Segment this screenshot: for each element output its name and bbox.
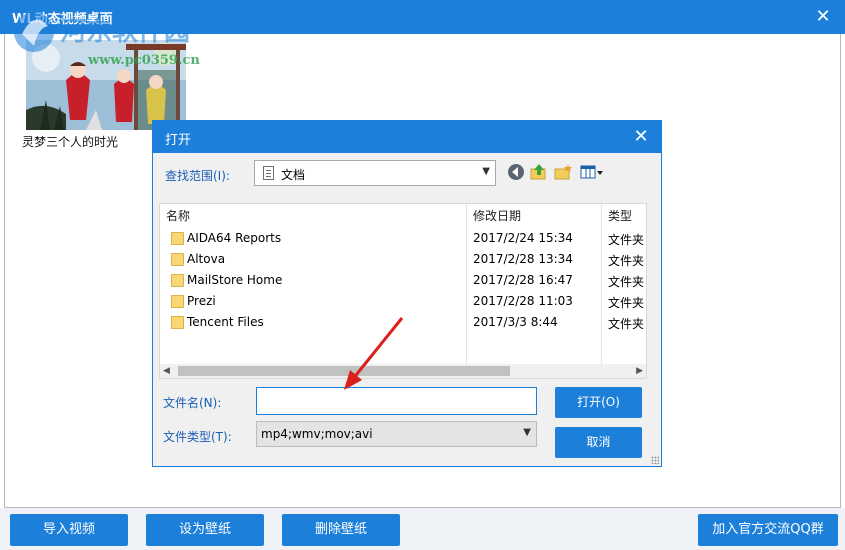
file-name: Altova <box>187 252 226 266</box>
watermark-text: 河东软件园 <box>60 16 190 47</box>
folder-icon <box>171 316 184 329</box>
up-folder-icon[interactable] <box>529 162 549 182</box>
file-date: 2017/2/28 16:47 <box>473 273 573 287</box>
file-date: 2017/2/28 13:34 <box>473 252 573 266</box>
watermark: 河东软件园 www.pc0359.cn <box>8 6 218 74</box>
set-wallpaper-button[interactable]: 设为壁纸 <box>146 514 264 546</box>
file-type: 文件夹 <box>608 275 645 289</box>
list-item[interactable]: MailStore Home 2017/2/28 16:47 文件夹 <box>160 270 646 291</box>
file-name: AIDA64 Reports <box>187 231 282 245</box>
folder-icon <box>171 295 184 308</box>
list-item[interactable]: AIDA64 Reports 2017/2/24 15:34 文件夹 <box>160 228 646 249</box>
chevron-down-icon: ▼ <box>523 427 531 438</box>
new-folder-icon[interactable] <box>553 162 573 182</box>
back-icon[interactable] <box>506 162 526 182</box>
look-in-value: 文档 <box>281 168 306 182</box>
file-date: 2017/3/3 8:44 <box>473 315 558 329</box>
look-in-label: 查找范围(I): <box>165 169 230 183</box>
window-close-icon[interactable]: ✕ <box>811 5 835 29</box>
file-date: 2017/2/24 15:34 <box>473 231 573 245</box>
scroll-left-icon[interactable]: ◀ <box>163 366 170 376</box>
look-in-dropdown[interactable]: 文档 ▼ <box>254 160 496 186</box>
watermark-logo-icon: 河东软件园 www.pc0359.cn <box>14 12 200 68</box>
folder-icon <box>171 274 184 287</box>
scroll-right-icon[interactable]: ▶ <box>636 366 643 376</box>
open-button[interactable]: 打开(O) <box>555 387 642 418</box>
delete-wallpaper-button[interactable]: 删除壁纸 <box>282 514 400 546</box>
view-menu-icon[interactable] <box>579 162 605 182</box>
dialog-title: 打开 <box>165 133 192 148</box>
file-date: 2017/2/28 11:03 <box>473 294 573 308</box>
filetype-value: mp4;wmv;mov;avi <box>261 427 373 441</box>
filetype-dropdown[interactable]: mp4;wmv;mov;avi ▼ <box>256 421 537 447</box>
open-file-dialog: 打开 ✕ 查找范围(I): 文档 ▼ 名称 修改日期 类型 AIDA64 Rep <box>152 120 662 467</box>
import-video-button[interactable]: 导入视频 <box>10 514 128 546</box>
list-item[interactable]: Prezi 2017/2/28 11:03 文件夹 <box>160 291 646 312</box>
column-header-type[interactable]: 类型 <box>602 204 646 228</box>
column-header-date[interactable]: 修改日期 <box>467 204 601 228</box>
cancel-button[interactable]: 取消 <box>555 427 642 458</box>
dialog-close-icon[interactable]: ✕ <box>629 125 653 149</box>
file-type: 文件夹 <box>608 317 645 331</box>
list-item[interactable]: Altova 2017/2/28 13:34 文件夹 <box>160 249 646 270</box>
resize-grip-icon[interactable] <box>651 456 659 464</box>
column-header-name[interactable]: 名称 <box>160 204 466 228</box>
annotation-arrow-icon <box>344 317 404 390</box>
file-name: MailStore Home <box>187 273 283 287</box>
documents-icon <box>263 166 274 180</box>
file-type: 文件夹 <box>608 254 645 268</box>
filename-label: 文件名(N): <box>163 396 222 410</box>
chevron-down-icon: ▼ <box>482 166 490 177</box>
file-type: 文件夹 <box>608 296 645 310</box>
file-name: Prezi <box>187 294 216 308</box>
dialog-titlebar: 打开 ✕ <box>153 121 661 153</box>
file-name: Tencent Files <box>187 315 264 329</box>
watermark-url: www.pc0359.cn <box>87 53 200 68</box>
file-type: 文件夹 <box>608 233 645 247</box>
folder-icon <box>171 253 184 266</box>
folder-icon <box>171 232 184 245</box>
filetype-label: 文件类型(T): <box>163 430 232 444</box>
join-qq-group-button[interactable]: 加入官方交流QQ群 <box>698 514 838 546</box>
